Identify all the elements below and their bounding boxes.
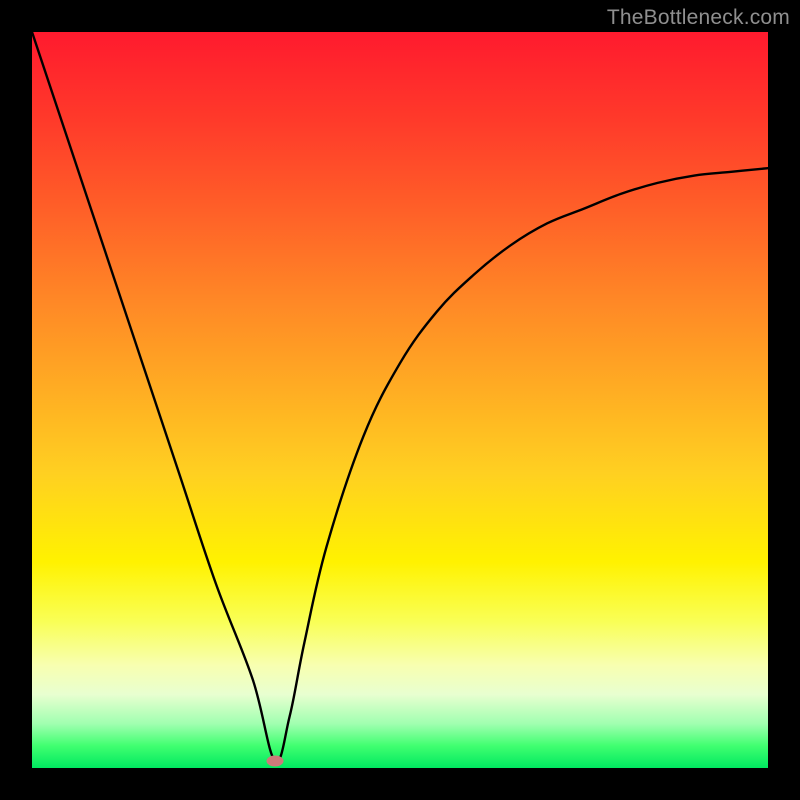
minimum-marker [266,755,283,766]
curve-svg [32,32,768,768]
watermark-text: TheBottleneck.com [607,6,790,30]
chart-frame: TheBottleneck.com [0,0,800,800]
bottleneck-curve-path [32,32,768,762]
plot-area [32,32,768,768]
